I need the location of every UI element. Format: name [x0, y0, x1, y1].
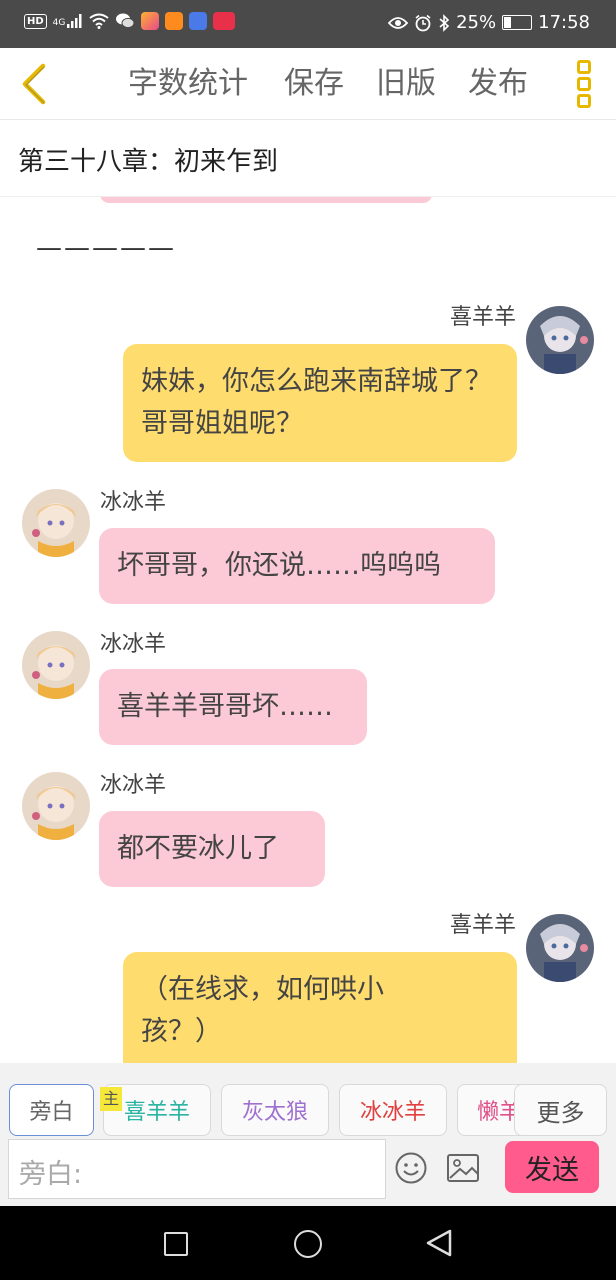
alarm-icon	[415, 14, 431, 31]
chapter-title[interactable]: 第三十八章：初来乍到	[18, 141, 278, 178]
role-narrator[interactable]: 旁白	[9, 1084, 94, 1136]
main-role-tag: 主	[100, 1087, 122, 1111]
role-selector: 旁白 喜羊羊 灰太狼 冰冰羊 懒羊羊 更多	[0, 1063, 616, 1139]
chevron-left-icon	[22, 63, 46, 105]
sender-name: 喜羊羊	[449, 913, 516, 938]
more-roles-button[interactable]: 更多	[514, 1084, 607, 1136]
old-version-button[interactable]: 旧版	[376, 66, 436, 102]
chat-area[interactable]: ————— 喜羊羊 妹妹，你怎么跑来南辞城了？哥哥姐姐呢？ 冰冰羊 坏哥哥，你还…	[0, 197, 616, 1063]
sender-name: 冰冰羊	[100, 632, 167, 657]
message-bubble[interactable]	[100, 197, 432, 203]
word-count-button[interactable]: 字数统计	[128, 66, 248, 102]
battery-icon	[502, 15, 533, 30]
status-bar: HD 4G 25% 17:58	[0, 0, 616, 48]
video-icon	[165, 12, 184, 30]
avatar[interactable]	[22, 631, 90, 699]
avatar[interactable]	[22, 772, 90, 840]
status-left: HD 4G	[24, 12, 236, 30]
signal-icon: 4G	[53, 14, 84, 28]
image-icon[interactable]	[446, 1153, 480, 1183]
status-right: 25% 17:58	[388, 12, 590, 33]
message-bubble[interactable]: （在线求，如何哄小孩？）	[123, 952, 517, 1063]
battery-percent: 25%	[456, 12, 497, 33]
home-icon[interactable]	[294, 1230, 322, 1258]
message-bubble[interactable]: 喜羊羊哥哥坏……	[99, 669, 367, 745]
narration-text[interactable]: —————	[36, 233, 176, 263]
eye-icon	[388, 16, 409, 29]
emoji-icon[interactable]	[394, 1151, 428, 1185]
message-bubble[interactable]: 妹妹，你怎么跑来南辞城了？哥哥姐姐呢？	[123, 344, 517, 462]
publish-button[interactable]: 发布	[468, 66, 528, 102]
sender-name: 冰冰羊	[100, 490, 167, 515]
recent-apps-icon[interactable]	[164, 1232, 188, 1256]
huawei-icon	[213, 12, 236, 30]
back-icon[interactable]	[424, 1228, 454, 1258]
role-item[interactable]: 冰冰羊	[339, 1084, 447, 1136]
send-button[interactable]: 发送	[505, 1141, 599, 1193]
music-icon	[189, 12, 208, 30]
input-bar: 旁白: 发送	[0, 1139, 616, 1206]
sender-name: 冰冰羊	[100, 773, 167, 798]
sender-name: 喜羊羊	[449, 305, 516, 330]
app-icon	[141, 12, 160, 30]
hd-icon: HD	[24, 13, 47, 29]
battery-fill	[504, 17, 512, 28]
navigation-bar	[0, 1206, 616, 1280]
message-input[interactable]: 旁白:	[8, 1139, 386, 1199]
avatar[interactable]	[526, 306, 594, 374]
back-button[interactable]	[14, 62, 54, 106]
input-placeholder: 旁白:	[19, 1159, 83, 1190]
top-toolbar: 字数统计 保存 旧版 发布	[0, 48, 616, 120]
message-bubble[interactable]: 都不要冰儿了	[99, 811, 325, 887]
avatar[interactable]	[526, 914, 594, 982]
clock: 17:58	[538, 12, 590, 33]
more-vertical-icon[interactable]	[572, 58, 596, 110]
message-bubble[interactable]: 坏哥哥，你还说……呜呜呜	[99, 528, 495, 604]
wifi-icon	[89, 13, 109, 29]
wechat-icon	[116, 13, 135, 29]
chapter-header: 第三十八章：初来乍到	[0, 121, 616, 197]
avatar[interactable]	[22, 489, 90, 557]
role-item[interactable]: 灰太狼	[221, 1084, 329, 1136]
save-button[interactable]: 保存	[284, 66, 344, 102]
bluetooth-icon	[439, 13, 450, 32]
